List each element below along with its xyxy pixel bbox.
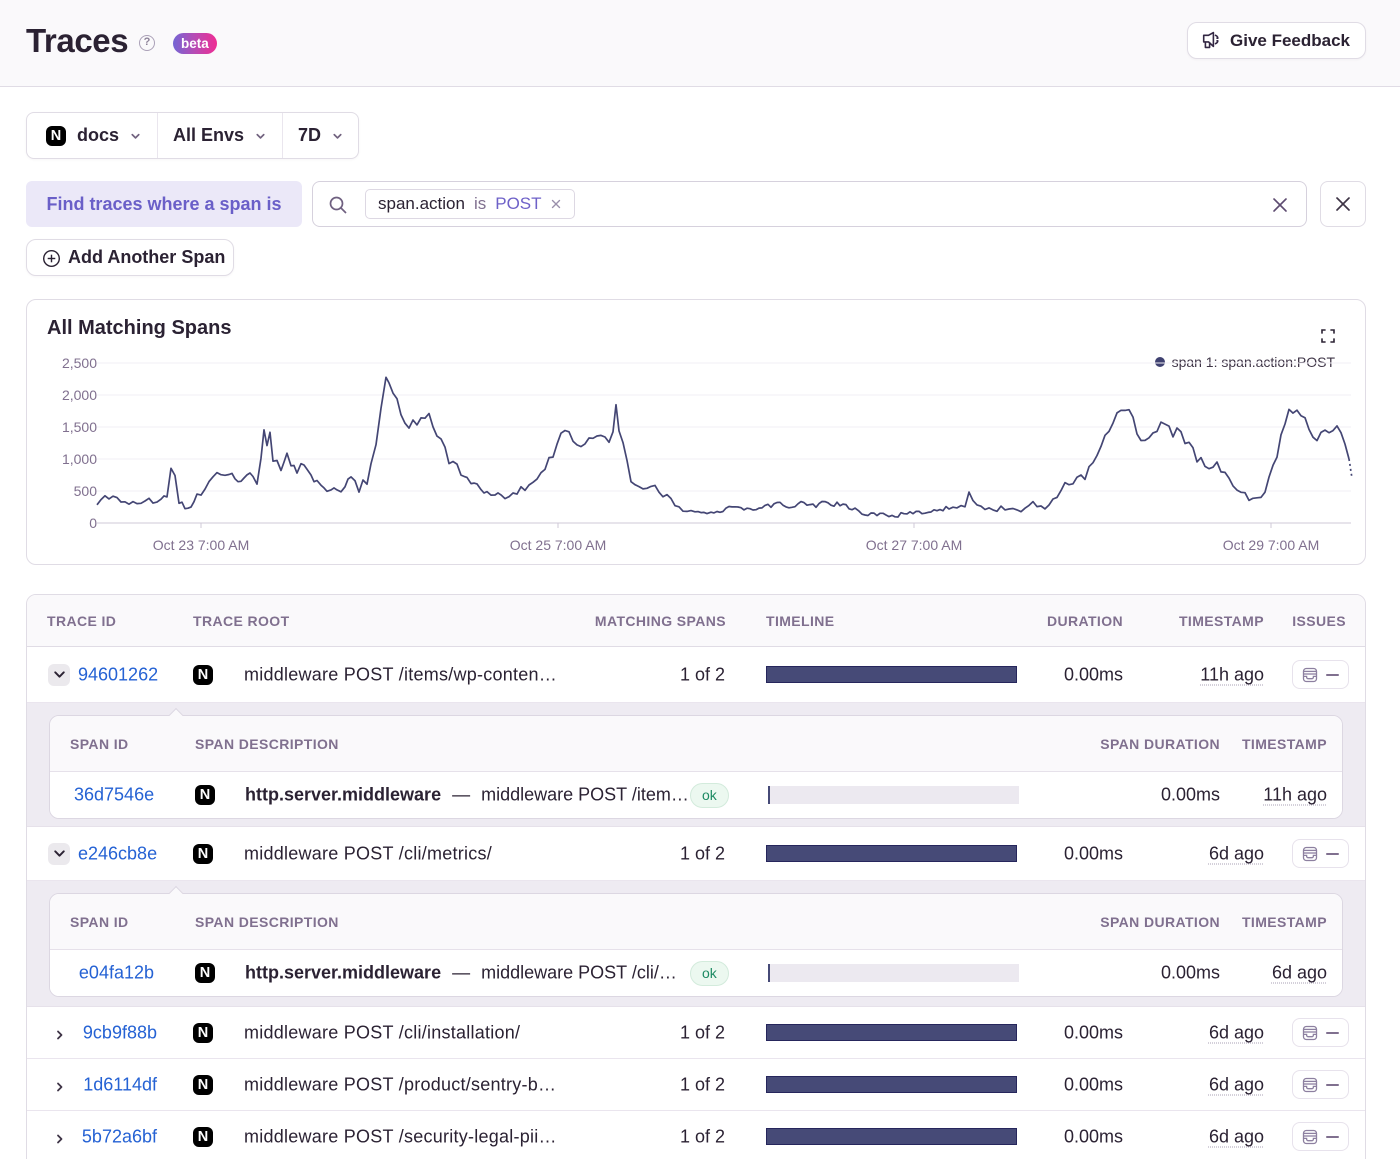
svg-text:Oct 25 7:00 AM: Oct 25 7:00 AM bbox=[510, 537, 607, 553]
svg-text:0: 0 bbox=[89, 515, 97, 531]
svg-text:1,000: 1,000 bbox=[62, 451, 97, 467]
svg-text:Oct 23 7:00 AM: Oct 23 7:00 AM bbox=[153, 537, 250, 553]
svg-text:1,500: 1,500 bbox=[62, 419, 97, 435]
svg-text:2,500: 2,500 bbox=[62, 355, 97, 371]
svg-text:Oct 27 7:00 AM: Oct 27 7:00 AM bbox=[866, 537, 963, 553]
svg-text:500: 500 bbox=[74, 483, 98, 499]
svg-text:2,000: 2,000 bbox=[62, 387, 97, 403]
svg-text:Oct 29 7:00 AM: Oct 29 7:00 AM bbox=[1223, 537, 1320, 553]
